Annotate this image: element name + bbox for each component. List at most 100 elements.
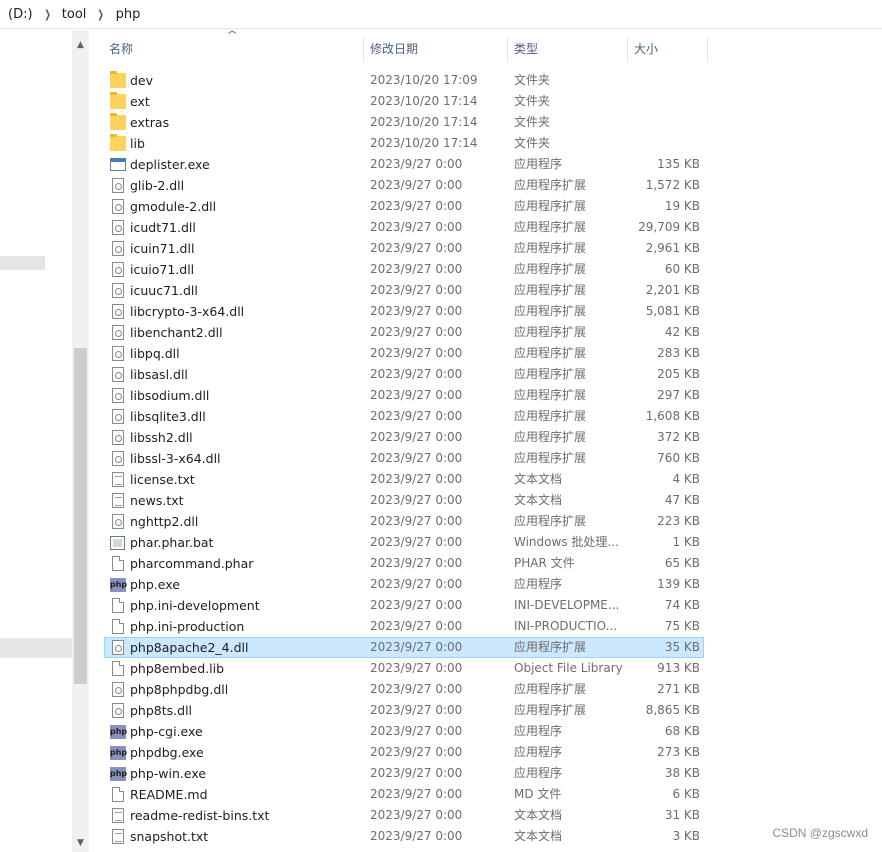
file-type: PHAR 文件 (514, 556, 575, 570)
file-name: libpq.dll (130, 346, 180, 361)
nav-item-selected[interactable] (0, 638, 72, 658)
file-type: 应用程序扩展 (514, 409, 587, 423)
file-row[interactable]: deplister.exe 2023/9/27 0:00 应用程序 135 KB (104, 154, 882, 175)
file-row[interactable]: nghttp2.dll 2023/9/27 0:00 应用程序扩展 223 KB (104, 511, 882, 532)
breadcrumb-drive[interactable]: (D:) (4, 7, 37, 22)
file-row[interactable]: php8embed.lib 2023/9/27 0:00 Object File L… (104, 658, 882, 679)
file-row[interactable]: phar.phar.bat 2023/9/27 0:00 Windows 批处理..… (104, 532, 882, 553)
column-header-name[interactable]: 名称 (104, 30, 362, 66)
file-row[interactable]: php php-win.exe 2023/9/27 0:00 应用程序 38 KB (104, 763, 882, 784)
file-size: 139 KB (657, 577, 700, 591)
file-row[interactable]: snapshot.txt 2023/9/27 0:00 文本文档 3 KB (104, 826, 882, 847)
file-name: ext (130, 94, 150, 109)
breadcrumb-php[interactable]: php (112, 7, 145, 22)
file-date: 2023/9/27 0:00 (370, 598, 463, 612)
file-size: 65 KB (664, 556, 700, 570)
file-row[interactable]: icuio71.dll 2023/9/27 0:00 应用程序扩展 60 KB (104, 259, 882, 280)
file-type: 文本文档 (514, 472, 563, 486)
file-row[interactable]: libssl-3-x64.dll 2023/9/27 0:00 应用程序扩展 760 … (104, 448, 882, 469)
column-divider[interactable] (707, 38, 708, 62)
file-date: 2023/9/27 0:00 (370, 640, 463, 654)
column-header-date[interactable]: 修改日期 (365, 30, 507, 66)
scroll-up-icon[interactable]: ▲ (72, 36, 89, 53)
file-row[interactable]: icuuc71.dll 2023/9/27 0:00 应用程序扩展 2,201 KB (104, 280, 882, 301)
php-app-icon: php (110, 578, 127, 592)
file-type: 文件夹 (514, 136, 551, 150)
file-row[interactable]: readme-redist-bins.txt 2023/9/27 0:00 文本文档… (104, 805, 882, 826)
file-row[interactable]: libssh2.dll 2023/9/27 0:00 应用程序扩展 372 KB (104, 427, 882, 448)
file-row[interactable]: libsasl.dll 2023/9/27 0:00 应用程序扩展 205 KB (104, 364, 882, 385)
file-type: 应用程序扩展 (514, 283, 587, 297)
chevron-right-icon[interactable]: ❯ (40, 8, 55, 21)
address-bar[interactable]: (D:) ❯ tool ❯ php (0, 0, 882, 29)
file-size: 273 KB (657, 745, 700, 759)
dll-file-icon (112, 703, 124, 718)
file-row[interactable]: php.ini-development 2023/9/27 0:00 INI-DEV… (104, 595, 882, 616)
file-date: 2023/9/27 0:00 (370, 577, 463, 591)
column-divider[interactable] (363, 38, 364, 62)
nav-scrollbar[interactable]: ▲ ▼ (72, 30, 89, 852)
column-divider[interactable] (627, 38, 628, 62)
text-file-icon (112, 829, 124, 844)
file-row[interactable]: icudt71.dll 2023/9/27 0:00 应用程序扩展 29,709 KB (104, 217, 882, 238)
file-date: 2023/9/27 0:00 (370, 472, 463, 486)
scrollbar-thumb[interactable] (74, 348, 87, 684)
file-name: extras (130, 115, 170, 130)
file-row[interactable]: icuin71.dll 2023/9/27 0:00 应用程序扩展 2,961 KB (104, 238, 882, 259)
text-file-icon (112, 493, 124, 508)
file-row[interactable]: glib-2.dll 2023/9/27 0:00 应用程序扩展 1,572 KB (104, 175, 882, 196)
file-date: 2023/9/27 0:00 (370, 535, 463, 549)
file-date: 2023/9/27 0:00 (370, 808, 463, 822)
file-row[interactable]: php8phpdbg.dll 2023/9/27 0:00 应用程序扩展 271 KB (104, 679, 882, 700)
file-row[interactable]: extras 2023/10/20 17:14 文件夹 (104, 112, 882, 133)
file-row[interactable]: README.md 2023/9/27 0:00 MD 文件 6 KB (104, 784, 882, 805)
navigation-pane[interactable] (0, 30, 72, 852)
nav-item-highlight[interactable] (0, 256, 45, 270)
watermark: CSDN @zgscwxd (772, 826, 868, 840)
file-name: php.ini-development (130, 598, 260, 613)
file-row[interactable]: libenchant2.dll 2023/9/27 0:00 应用程序扩展 42 KB (104, 322, 882, 343)
file-row[interactable]: php phpdbg.exe 2023/9/27 0:00 应用程序 273 KB (104, 742, 882, 763)
file-row[interactable]: lib 2023/10/20 17:14 文件夹 (104, 133, 882, 154)
scroll-down-icon[interactable]: ▼ (72, 834, 89, 851)
column-header-size[interactable]: 大小 (629, 30, 705, 66)
file-row[interactable]: ext 2023/10/20 17:14 文件夹 (104, 91, 882, 112)
file-row[interactable]: libsqlite3.dll 2023/9/27 0:00 应用程序扩展 1,608 … (104, 406, 882, 427)
batch-file-icon (110, 536, 125, 550)
file-type: 应用程序 (514, 724, 563, 738)
dll-file-icon (112, 388, 124, 403)
file-row[interactable]: libsodium.dll 2023/9/27 0:00 应用程序扩展 297 KB (104, 385, 882, 406)
dll-file-icon (112, 199, 124, 214)
file-row[interactable]: libcrypto-3-x64.dll 2023/9/27 0:00 应用程序扩展 5… (104, 301, 882, 322)
column-divider[interactable] (507, 38, 508, 62)
file-row[interactable]: php php-cgi.exe 2023/9/27 0:00 应用程序 68 KB (104, 721, 882, 742)
file-type: INI-PRODUCTIO... (514, 619, 618, 633)
column-header-type[interactable]: 类型 (509, 30, 627, 66)
file-row[interactable]: news.txt 2023/9/27 0:00 文本文档 47 KB (104, 490, 882, 511)
folder-icon (110, 71, 126, 88)
file-name: icuuc71.dll (130, 283, 198, 298)
file-name: icuio71.dll (130, 262, 195, 277)
chevron-right-icon[interactable]: ❯ (94, 8, 109, 21)
file-type: 应用程序扩展 (514, 178, 587, 192)
file-date: 2023/9/27 0:00 (370, 199, 463, 213)
file-row[interactable]: pharcommand.phar 2023/9/27 0:00 PHAR 文件 65 … (104, 553, 882, 574)
file-date: 2023/9/27 0:00 (370, 724, 463, 738)
file-type: 应用程序扩展 (514, 304, 587, 318)
breadcrumb-tool[interactable]: tool (58, 7, 91, 22)
file-row[interactable]: php8ts.dll 2023/9/27 0:00 应用程序扩展 8,865 KB (104, 700, 882, 721)
file-size: 5,081 KB (645, 304, 700, 318)
file-name: phpdbg.exe (130, 745, 204, 760)
file-row[interactable]: gmodule-2.dll 2023/9/27 0:00 应用程序扩展 19 KB (104, 196, 882, 217)
file-row[interactable]: license.txt 2023/9/27 0:00 文本文档 4 KB (104, 469, 882, 490)
file-row[interactable]: libpq.dll 2023/9/27 0:00 应用程序扩展 283 KB (104, 343, 882, 364)
file-row[interactable]: php.ini-production 2023/9/27 0:00 INI-PROD… (104, 616, 882, 637)
file-row[interactable]: php8apache2_4.dll 2023/9/27 0:00 应用程序扩展 35 … (104, 637, 704, 658)
file-rows: dev 2023/10/20 17:09 文件夹 ext 2023/10/20 17:1… (104, 70, 882, 847)
file-row[interactable]: dev 2023/10/20 17:09 文件夹 (104, 70, 882, 91)
file-name: libssh2.dll (130, 430, 193, 445)
file-type: 应用程序 (514, 577, 563, 591)
file-type: 应用程序扩展 (514, 388, 587, 402)
file-row[interactable]: php php.exe 2023/9/27 0:00 应用程序 139 KB (104, 574, 882, 595)
file-name: icudt71.dll (130, 220, 196, 235)
